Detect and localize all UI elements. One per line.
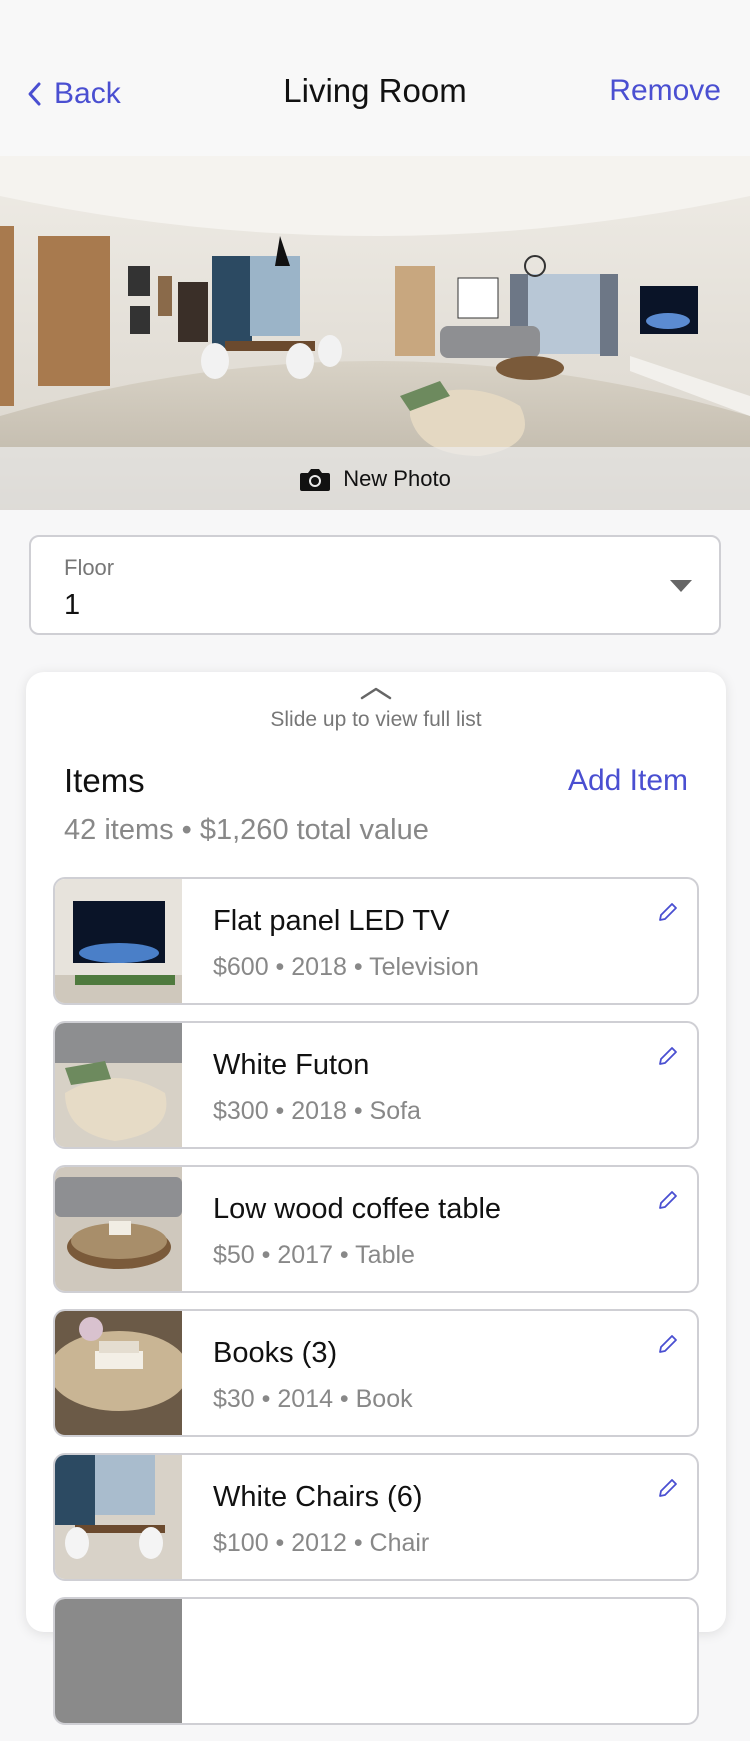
pencil-icon[interactable] — [657, 1477, 679, 1499]
floor-select[interactable]: Floor 1 — [29, 535, 721, 635]
list-item[interactable]: Low wood coffee table $50 • 2017 • Table — [53, 1165, 699, 1293]
list-item[interactable]: Flat panel LED TV $600 • 2018 • Televisi… — [53, 877, 699, 1005]
item-thumbnail — [55, 1311, 182, 1435]
slide-up-hint: Slide up to view full list — [270, 708, 482, 731]
room-photo: New Photo — [0, 156, 750, 510]
add-item-button[interactable]: Add Item — [568, 764, 688, 798]
item-name: White Futon — [213, 1049, 370, 1081]
chevron-up-icon — [360, 687, 392, 700]
item-thumbnail — [55, 1167, 182, 1291]
floor-value: 1 — [64, 589, 81, 621]
items-sheet[interactable]: Slide up to view full list Items Add Ite… — [26, 672, 726, 1725]
pencil-icon[interactable] — [657, 1045, 679, 1067]
item-thumbnail — [55, 1599, 182, 1723]
item-meta: $300 • 2018 • Sofa — [213, 1097, 421, 1125]
camera-icon — [300, 468, 331, 491]
item-thumbnail — [55, 879, 182, 1003]
item-thumbnail — [55, 1023, 182, 1147]
list-item[interactable]: Books (3) $30 • 2014 • Book — [53, 1309, 699, 1437]
list-item[interactable]: White Chairs (6) $100 • 2012 • Chair — [53, 1453, 699, 1581]
pencil-icon[interactable] — [657, 901, 679, 923]
remove-button[interactable]: Remove — [609, 74, 721, 108]
nav-bar: Back Living Room Remove — [0, 0, 750, 156]
item-name: Flat panel LED TV — [213, 905, 450, 937]
sheet-handle[interactable] — [26, 686, 726, 700]
item-meta: $100 • 2012 • Chair — [213, 1529, 430, 1557]
items-summary: 42 items • $1,260 total value — [64, 814, 429, 846]
item-thumbnail — [55, 1455, 182, 1579]
new-photo-button[interactable]: New Photo — [0, 447, 750, 510]
floor-label: Floor — [64, 555, 115, 580]
pencil-icon[interactable] — [657, 1333, 679, 1355]
item-name: White Chairs (6) — [213, 1481, 423, 1513]
list-item[interactable]: White Futon $300 • 2018 • Sofa — [53, 1021, 699, 1149]
item-meta: $50 • 2017 • Table — [213, 1241, 415, 1269]
items-heading: Items — [64, 762, 145, 799]
item-name: Books (3) — [213, 1337, 338, 1369]
new-photo-label: New Photo — [343, 465, 451, 491]
items-list: Flat panel LED TV $600 • 2018 • Televisi… — [53, 877, 699, 1741]
item-meta: $600 • 2018 • Television — [213, 953, 479, 981]
pencil-icon[interactable] — [657, 1189, 679, 1211]
caret-down-icon — [670, 580, 692, 592]
item-meta: $30 • 2014 • Book — [213, 1385, 413, 1413]
item-name: Low wood coffee table — [213, 1193, 502, 1225]
list-item[interactable] — [53, 1597, 699, 1725]
